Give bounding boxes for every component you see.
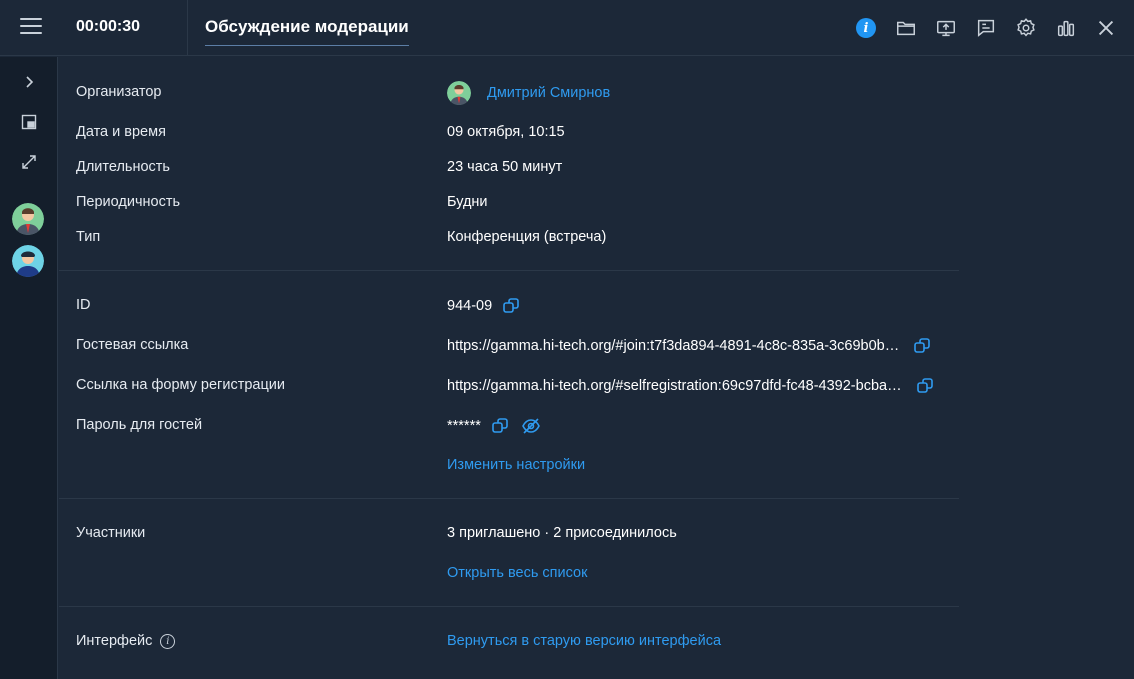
- divider: [187, 0, 188, 56]
- screen-share-icon[interactable]: [932, 14, 960, 42]
- folder-icon[interactable]: [892, 14, 920, 42]
- registration-link[interactable]: https://gamma.hi-tech.org/#selfregistrat…: [447, 378, 902, 394]
- sidebar: [0, 57, 58, 679]
- avatar[interactable]: [12, 245, 44, 277]
- registration-link-value: https://gamma.hi-tech.org/#selfregistrat…: [447, 377, 934, 395]
- meeting-info-panel: Организатор Дмитрий Смирнов Дата и время…: [59, 57, 959, 679]
- participants-summary: 3 приглашено · 2 присоединилось: [447, 525, 677, 541]
- details-section: Организатор Дмитрий Смирнов Дата и время…: [59, 57, 959, 271]
- avatar[interactable]: [12, 203, 44, 235]
- menu-icon[interactable]: [20, 18, 42, 36]
- password-masked: ******: [447, 418, 481, 434]
- copy-icon[interactable]: [916, 377, 934, 395]
- picture-in-picture-icon[interactable]: [17, 110, 41, 134]
- meeting-id: 944-09: [447, 298, 493, 314]
- toolbar: i: [840, 14, 1120, 42]
- organizer-link[interactable]: Дмитрий Смирнов: [487, 85, 610, 101]
- stats-icon[interactable]: [1052, 14, 1080, 42]
- type-label: Тип: [76, 229, 101, 245]
- page-title: Обсуждение модерации: [205, 17, 409, 46]
- guest-link[interactable]: https://gamma.hi-tech.org/#join:t7f3da89…: [447, 338, 899, 354]
- info-icon[interactable]: i: [160, 633, 176, 649]
- registration-link-label: Ссылка на форму регистрации: [76, 377, 285, 393]
- datetime-label: Дата и время: [76, 124, 166, 140]
- duration-value: 23 часа 50 минут: [447, 159, 563, 175]
- organizer-label: Организатор: [76, 84, 162, 100]
- interface-row: Интерфейс i: [76, 633, 176, 649]
- participants-section: Участники 3 приглашено · 2 присоединилос…: [59, 499, 959, 607]
- settings-icon[interactable]: [1012, 14, 1040, 42]
- interface-section: Интерфейс i Вернуться в старую версию ин…: [59, 607, 959, 679]
- copy-icon[interactable]: [913, 337, 931, 355]
- avatar: [447, 81, 471, 105]
- guest-link-value: https://gamma.hi-tech.org/#join:t7f3da89…: [447, 337, 931, 355]
- close-icon[interactable]: [1092, 14, 1120, 42]
- chat-icon[interactable]: [972, 14, 1000, 42]
- expand-chevron-icon[interactable]: [17, 70, 41, 94]
- datetime-value: 09 октября, 10:15: [447, 124, 565, 140]
- call-timer: 00:00:30: [76, 18, 141, 35]
- password-label: Пароль для гостей: [76, 417, 203, 433]
- interface-label: Интерфейс: [76, 633, 153, 649]
- organizer-value: Дмитрий Смирнов: [447, 81, 610, 105]
- type-value: Конференция (встреча): [447, 229, 607, 245]
- top-bar: 00:00:30 Обсуждение модерации i: [0, 0, 1134, 56]
- info-icon[interactable]: i: [852, 14, 880, 42]
- guest-link-label: Гостевая ссылка: [76, 337, 189, 353]
- id-value: 944-09: [447, 297, 520, 315]
- copy-icon[interactable]: [491, 417, 509, 435]
- id-label: ID: [76, 297, 91, 313]
- change-settings-link[interactable]: Изменить настройки: [447, 457, 585, 473]
- eye-off-icon[interactable]: [521, 417, 541, 435]
- participants-label: Участники: [76, 525, 146, 541]
- return-old-interface-link[interactable]: Вернуться в старую версию интерфейса: [447, 633, 721, 649]
- fullscreen-icon[interactable]: [17, 150, 41, 174]
- open-list-link[interactable]: Открыть весь список: [447, 565, 587, 581]
- password-value: ******: [447, 417, 541, 435]
- copy-icon[interactable]: [502, 297, 520, 315]
- recurrence-label: Периодичность: [76, 194, 181, 210]
- access-section: ID 944-09 Гостевая ссылка https://gamma.…: [59, 271, 959, 499]
- duration-label: Длительность: [76, 159, 170, 175]
- recurrence-value: Будни: [447, 194, 488, 210]
